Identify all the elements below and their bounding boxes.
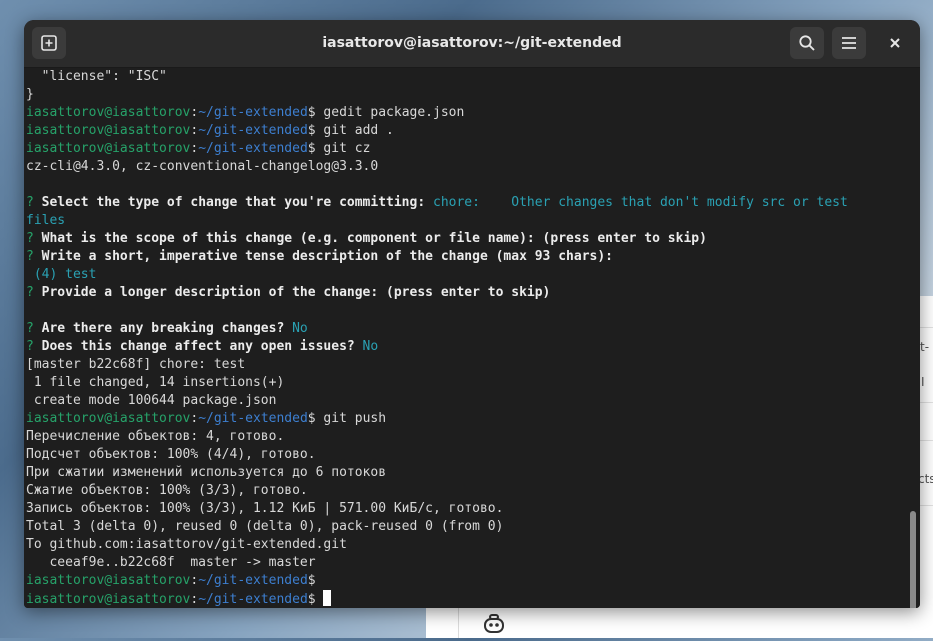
prompt-dollar: $ bbox=[307, 411, 316, 426]
prompt-user: iasattorov@iasattorov bbox=[26, 123, 191, 138]
hamburger-menu-icon bbox=[840, 34, 858, 52]
active-prompt-line[interactable]: iasattorov@iasattorov:~/git-extended$ bbox=[26, 590, 906, 608]
background-text-fragment: cts bbox=[918, 472, 933, 486]
output-line: cz-cli@4.3.0, cz-conventional-changelog@… bbox=[26, 159, 379, 174]
output-line: При сжатии изменений используется до 6 п… bbox=[26, 465, 387, 480]
close-button[interactable] bbox=[878, 27, 912, 59]
prompt-user: iasattorov@iasattorov bbox=[26, 592, 191, 607]
scrollbar-thumb[interactable] bbox=[910, 511, 916, 608]
question-text: Are there any breaking changes? bbox=[33, 321, 285, 336]
prompt-user: iasattorov@iasattorov bbox=[26, 411, 191, 426]
cz-question-line: ? Provide a longer description of the ch… bbox=[26, 284, 906, 302]
command-text: git cz bbox=[315, 141, 371, 156]
output-line: } bbox=[26, 87, 34, 102]
search-icon bbox=[798, 34, 816, 52]
cz-question-line: ? Select the type of change that you're … bbox=[26, 194, 906, 212]
output-line: Запись объектов: 100% (3/3), 1.12 КиБ | … bbox=[26, 501, 504, 516]
cz-question-line: ? What is the scope of this change (e.g.… bbox=[26, 230, 906, 248]
search-button[interactable] bbox=[790, 27, 824, 59]
output-line: [master b22c68f] chore: test bbox=[26, 357, 246, 372]
prompt-path: ~/git-extended bbox=[198, 141, 308, 156]
answer-line: (4) test bbox=[26, 267, 97, 282]
prompt-line: iasattorov@iasattorov:~/git-extended$ bbox=[26, 572, 906, 590]
menu-button[interactable] bbox=[832, 27, 866, 59]
prompt-path: ~/git-extended bbox=[198, 105, 308, 120]
prompt-dollar: $ bbox=[307, 573, 316, 588]
output-line: Сжатие объектов: 100% (3/3), готово. bbox=[26, 483, 308, 498]
output-line: ceeaf9e..b22c68f master -> master bbox=[26, 555, 316, 570]
question-text: Provide a longer description of the chan… bbox=[33, 285, 551, 300]
prompt-dollar: $ bbox=[307, 123, 316, 138]
prompt-user: iasattorov@iasattorov bbox=[26, 141, 191, 156]
answer-text: No bbox=[284, 321, 308, 336]
prompt-path: ~/git-extended bbox=[198, 573, 308, 588]
prompt-dollar: $ bbox=[307, 592, 316, 607]
output-line: "license": "ISC" bbox=[26, 69, 167, 84]
question-text: Does this change affect any open issues? bbox=[33, 339, 355, 354]
question-mark: ? bbox=[26, 249, 34, 264]
output-line: create mode 100644 package.json bbox=[26, 393, 277, 408]
output-line: Total 3 (delta 0), reused 0 (delta 0), p… bbox=[26, 519, 504, 534]
question-mark: ? bbox=[26, 321, 34, 336]
terminal-window: iasattorov@iasattorov:~/git-extended "li… bbox=[24, 20, 920, 608]
question-mark: ? bbox=[26, 339, 34, 354]
title-bar: iasattorov@iasattorov:~/git-extended bbox=[24, 20, 920, 68]
prompt-line: iasattorov@iasattorov:~/git-extended$ ge… bbox=[26, 104, 906, 122]
question-mark: ? bbox=[26, 195, 34, 210]
command-text: git push bbox=[315, 411, 387, 426]
github-copilot-icon[interactable] bbox=[482, 614, 508, 638]
scrollbar[interactable] bbox=[906, 68, 920, 608]
command-text: git add . bbox=[315, 123, 394, 138]
cz-question-line: ? Are there any breaking changes? No bbox=[26, 320, 906, 338]
answer-text: No bbox=[354, 339, 379, 354]
cz-question-line: ? Write a short, imperative tense descri… bbox=[26, 248, 906, 266]
close-icon bbox=[889, 34, 901, 53]
output-line: Подсчет объектов: 100% (4/4), готово. bbox=[26, 447, 316, 462]
answer-wrap-line: files bbox=[26, 213, 66, 228]
question-mark: ? bbox=[26, 231, 34, 246]
output-line: Перечисление объектов: 4, готово. bbox=[26, 429, 285, 444]
prompt-dollar: $ bbox=[307, 141, 316, 156]
prompt-path: ~/git-extended bbox=[198, 592, 308, 607]
prompt-dollar: $ bbox=[307, 105, 316, 120]
prompt-line: iasattorov@iasattorov:~/git-extended$ gi… bbox=[26, 410, 906, 428]
command-text: gedit package.json bbox=[315, 105, 465, 120]
prompt-line: iasattorov@iasattorov:~/git-extended$ gi… bbox=[26, 140, 906, 158]
question-text: Write a short, imperative tense descript… bbox=[33, 249, 614, 264]
background-text-fragment: t- bbox=[920, 340, 930, 354]
prompt-user: iasattorov@iasattorov bbox=[26, 573, 191, 588]
text-cursor bbox=[323, 590, 332, 606]
prompt-path: ~/git-extended bbox=[198, 123, 308, 138]
output-line: 1 file changed, 14 insertions(+) bbox=[26, 375, 285, 390]
background-text-fragment: I bbox=[921, 375, 925, 389]
question-mark: ? bbox=[26, 285, 34, 300]
prompt-user: iasattorov@iasattorov bbox=[26, 105, 191, 120]
cz-question-line: ? Does this change affect any open issue… bbox=[26, 338, 906, 356]
window-title: iasattorov@iasattorov:~/git-extended bbox=[322, 35, 622, 51]
terminal-output[interactable]: "license": "ISC" } iasattorov@iasattorov… bbox=[24, 68, 906, 608]
new-tab-button[interactable] bbox=[32, 27, 66, 59]
question-text: Select the type of change that you're co… bbox=[33, 195, 426, 210]
answer-text: chore: Other changes that don't modify s… bbox=[425, 195, 848, 210]
output-line: To github.com:iasattorov/git-extended.gi… bbox=[26, 537, 347, 552]
question-text: What is the scope of this change (e.g. c… bbox=[33, 231, 707, 246]
prompt-line: iasattorov@iasattorov:~/git-extended$ gi… bbox=[26, 122, 906, 140]
prompt-path: ~/git-extended bbox=[198, 411, 308, 426]
new-tab-icon bbox=[40, 34, 58, 52]
